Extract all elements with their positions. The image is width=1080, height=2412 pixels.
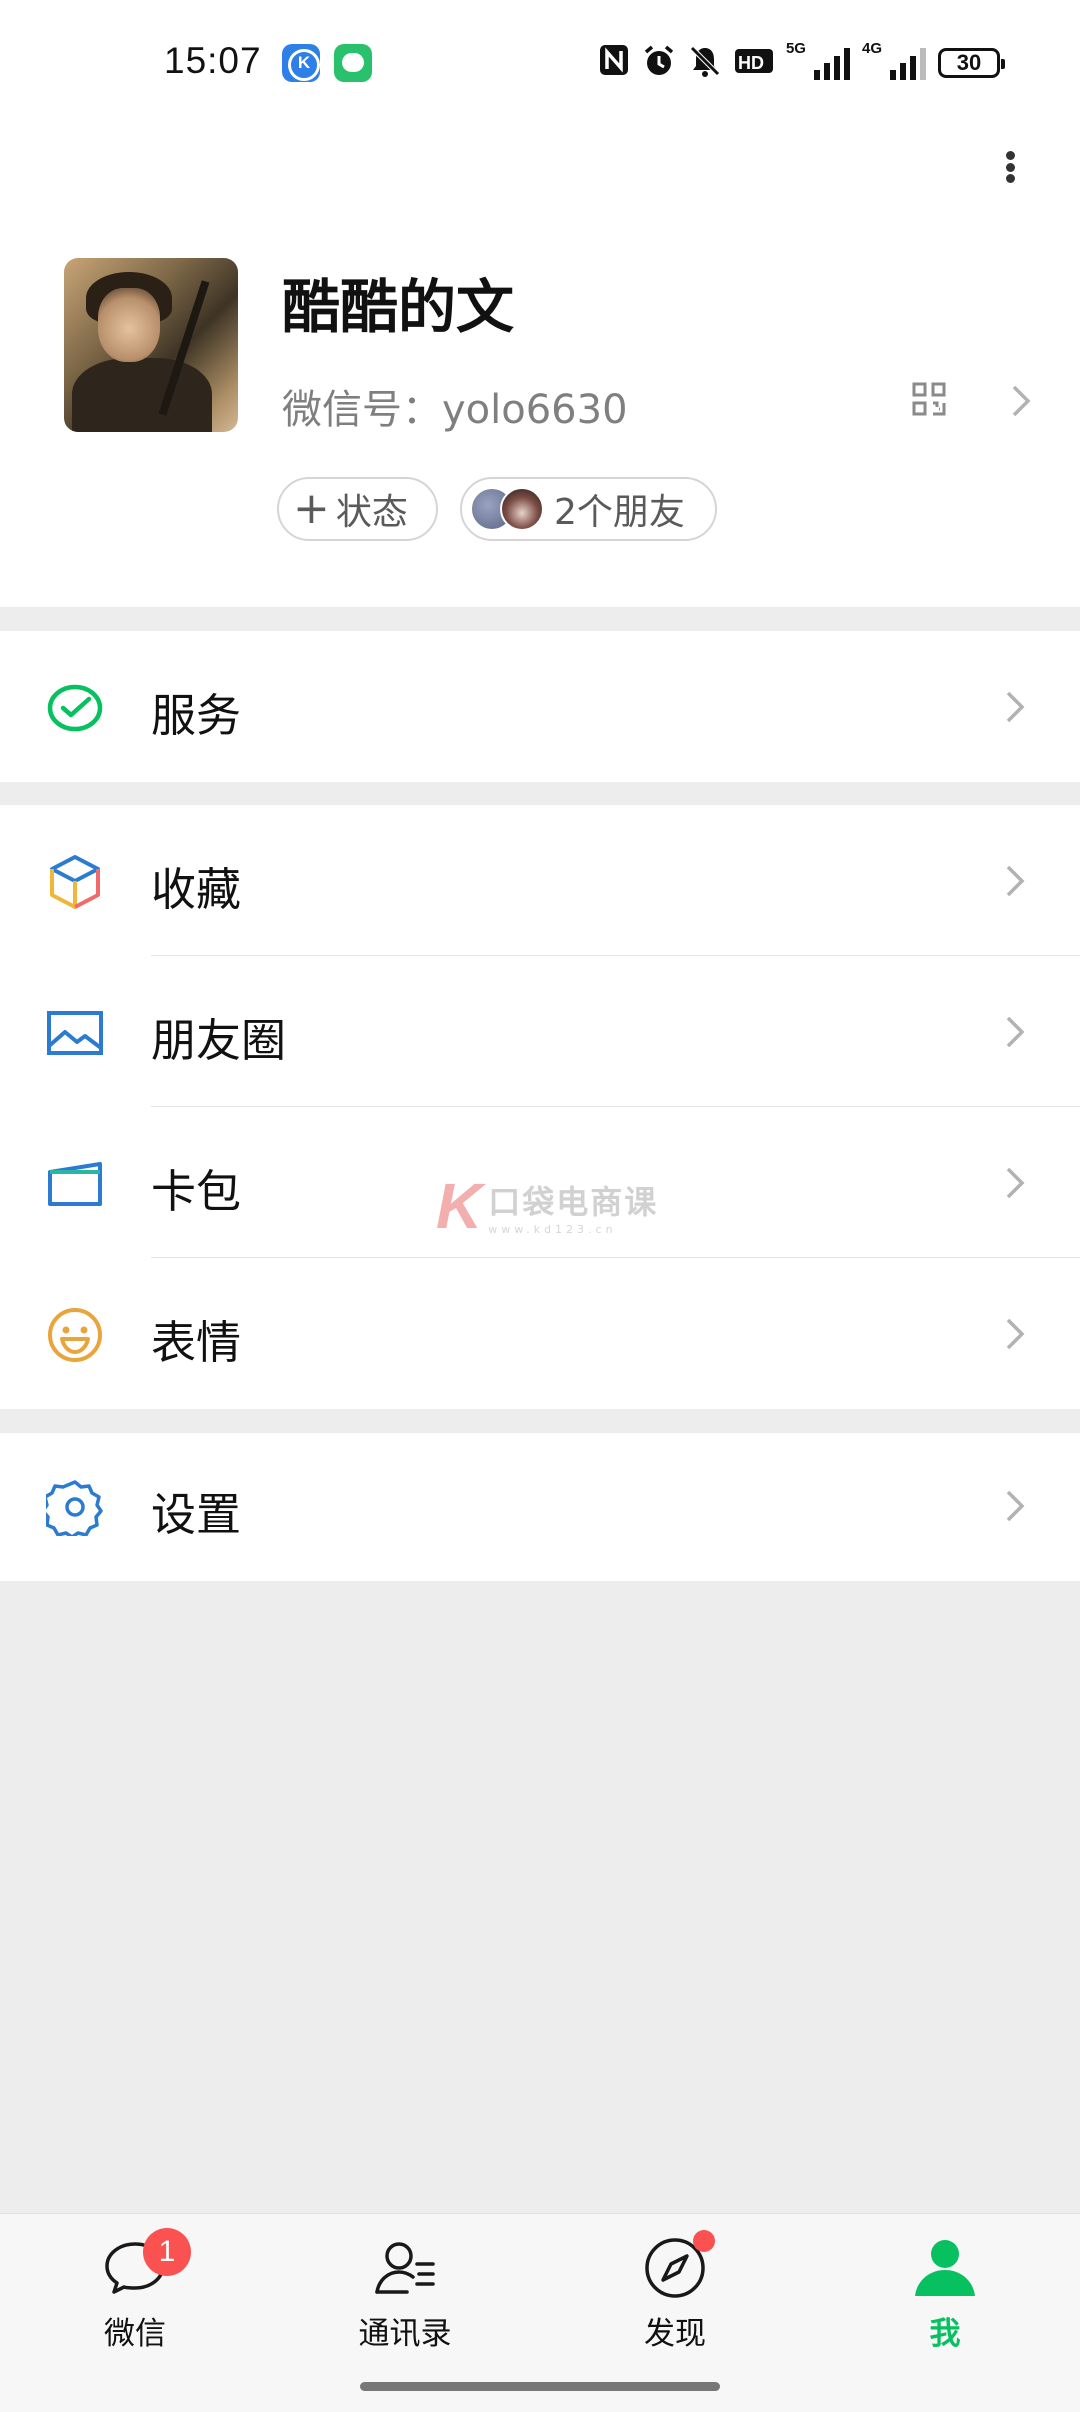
tab-label: 微信 <box>104 2316 166 2352</box>
chat-bubble-icon: 1 <box>101 2228 191 2302</box>
moments-photo-icon <box>46 1004 104 1062</box>
chevron-right-icon <box>996 1316 1032 1352</box>
chevron-right-icon <box>996 863 1032 899</box>
menu-label: 表情 <box>151 1316 242 1369</box>
services-icon <box>46 679 104 737</box>
stickers-smiley-icon <box>46 1306 104 1364</box>
network-4g: 4G <box>861 40 882 57</box>
tab-discover[interactable]: 发现 <box>600 2230 750 2364</box>
menu-item-settings[interactable]: 设置 <box>0 1433 1080 1581</box>
person-icon <box>911 2234 979 2302</box>
tab-chats[interactable]: 1 微信 <box>60 2228 210 2364</box>
watermark-title: 口袋电商课 <box>488 1182 659 1221</box>
chevron-right-icon <box>996 1014 1032 1050</box>
tab-label: 发现 <box>644 2316 706 2352</box>
status-button-label: 状态 <box>335 492 408 533</box>
menu-label: 服务 <box>151 689 242 742</box>
avatar[interactable] <box>64 258 238 432</box>
mute-icon <box>688 44 722 82</box>
qr-code-icon[interactable] <box>912 382 946 416</box>
watermark: K 口袋电商课 www.kd123.cn <box>436 1174 658 1238</box>
menu-item-moments[interactable]: 朋友圈 <box>0 956 1080 1107</box>
status-button[interactable]: + 状态 <box>277 477 438 541</box>
menu-label: 卡包 <box>151 1165 242 1218</box>
wechat-id: 微信号：yolo6630 <box>282 387 628 433</box>
tab-me[interactable]: 我 <box>870 2234 1020 2364</box>
battery-icon: 30 <box>938 48 1005 78</box>
chevron-right-icon <box>996 689 1032 725</box>
cards-wallet-icon <box>46 1155 104 1213</box>
gear-icon <box>41 1478 104 1539</box>
menu-label: 设置 <box>151 1488 242 1541</box>
status-bar: 15:07 HD 5G 4G 30 <box>0 0 1080 125</box>
signal-4g-icon <box>890 46 926 80</box>
message-app-icon <box>334 44 372 82</box>
hd-icon: HD <box>734 46 774 80</box>
watermark-logo-icon: K <box>436 1170 483 1242</box>
unread-badge: 1 <box>143 2228 191 2276</box>
menu-group-services: 服务 <box>0 631 1080 782</box>
menu-label: 收藏 <box>151 863 242 916</box>
signal-5g-icon <box>813 46 850 80</box>
nickname: 酷酷的文 <box>282 273 515 341</box>
new-content-dot <box>693 2230 715 2252</box>
alarm-icon <box>642 44 676 82</box>
menu-item-favorites[interactable]: 收藏 <box>0 805 1080 956</box>
k-app-icon <box>282 44 320 82</box>
tab-label: 我 <box>929 2316 961 2352</box>
menu-group-settings: 设置 <box>0 1433 1080 1581</box>
status-indicators: HD 5G 4G 30 <box>598 40 1005 86</box>
more-options-icon[interactable] <box>990 139 1030 195</box>
contacts-icon <box>371 2234 439 2302</box>
menu-label: 朋友圈 <box>151 1014 287 1067</box>
svg-text:HD: HD <box>738 53 764 73</box>
menu-item-stickers[interactable]: 表情 <box>0 1258 1080 1409</box>
tab-contacts[interactable]: 通讯录 <box>330 2234 480 2364</box>
home-indicator[interactable] <box>360 2382 720 2391</box>
friends-button-label: 2个朋友 <box>554 492 685 533</box>
compass-icon <box>641 2230 715 2302</box>
chevron-right-icon <box>996 1488 1032 1524</box>
profile-header: 酷酷的文 微信号：yolo6630 + 状态 2个朋友 <box>0 125 1080 607</box>
status-time: 15:07 <box>164 40 262 81</box>
menu-group-main: 收藏 朋友圈 卡包 表情 <box>0 805 1080 1409</box>
favorites-cube-icon <box>46 853 104 911</box>
friends-button[interactable]: 2个朋友 <box>460 477 717 541</box>
profile-chevron-icon[interactable] <box>1002 383 1038 419</box>
chevron-right-icon <box>996 1165 1032 1201</box>
plus-icon: + <box>293 483 330 534</box>
network-5g: 5G <box>785 40 806 57</box>
watermark-url: www.kd123.cn <box>488 1222 617 1236</box>
tab-label: 通讯录 <box>358 2316 452 2352</box>
friend-avatar <box>500 487 544 531</box>
nfc-icon <box>598 43 630 84</box>
menu-item-services[interactable]: 服务 <box>0 631 1080 782</box>
